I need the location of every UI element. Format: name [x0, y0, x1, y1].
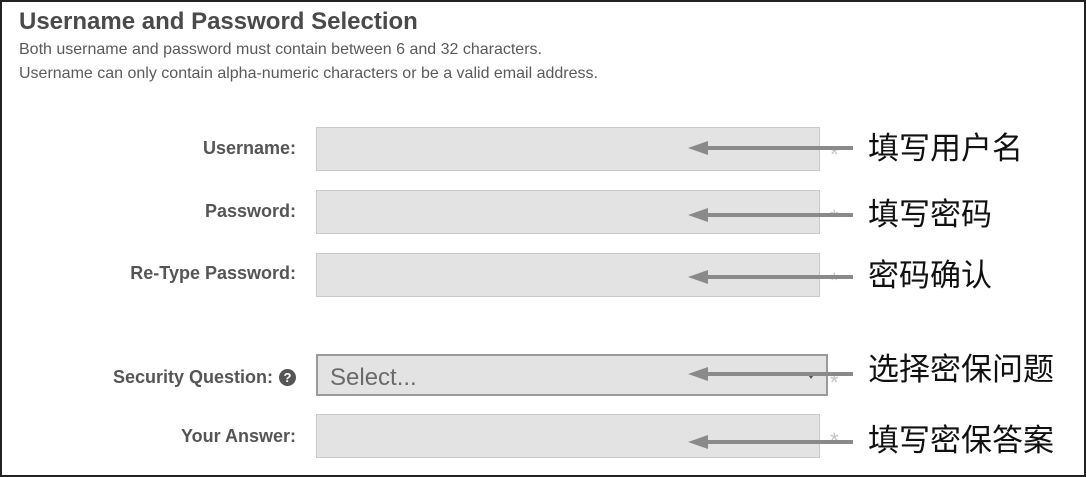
your-answer-arrow [688, 435, 853, 449]
password-annotation: 填写密码 [868, 197, 992, 233]
password-arrow [688, 208, 853, 222]
your-answer-label: Your Answer: [180, 426, 296, 446]
username-annotation: 填写用户名 [868, 131, 1023, 167]
security-question-annotation: 选择密保问题 [868, 352, 1054, 388]
username-arrow [688, 141, 853, 155]
password-label: Password: [204, 201, 296, 221]
security-question-selected-value: Select... [330, 364, 417, 391]
security-question-label-text: Security Question: [112, 367, 273, 387]
section-description-line1: Both username and password must contain … [19, 41, 542, 58]
retype-password-annotation: 密码确认 [868, 258, 992, 294]
question-circle-icon[interactable]: ? [279, 369, 296, 386]
username-label: Username: [202, 138, 296, 158]
section-description-line2: Username can only contain alpha-numeric … [19, 65, 598, 82]
section-title: Username and Password Selection [19, 8, 418, 35]
retype-password-arrow [688, 270, 853, 284]
security-question-label: Security Question:? [113, 366, 296, 388]
your-answer-annotation: 填写密保答案 [868, 423, 1054, 459]
registration-panel: Username and Password Selection Both use… [0, 0, 1086, 477]
security-question-arrow [688, 367, 853, 381]
retype-password-label: Re-Type Password: [130, 263, 296, 283]
